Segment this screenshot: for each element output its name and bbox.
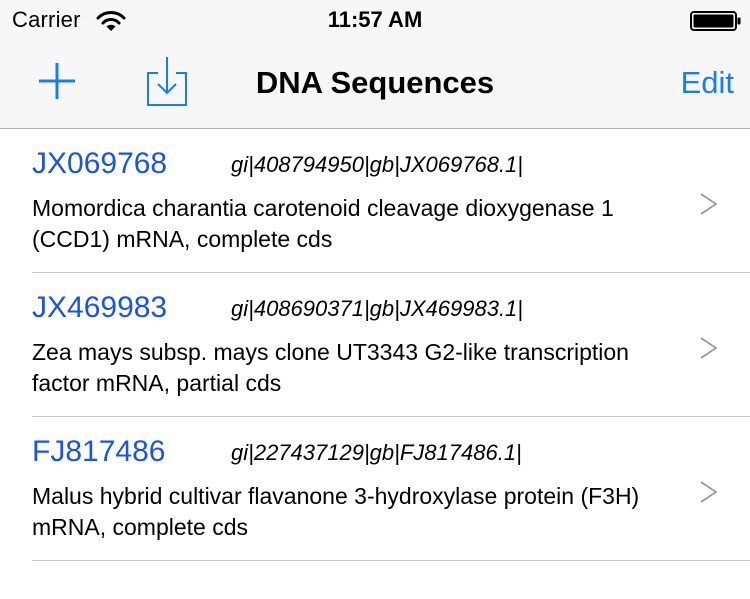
chevron-right-icon (700, 193, 718, 215)
gi-identifier: gi|227437129|gb|FJ817486.1| (231, 440, 522, 465)
status-time: 11:57 AM (327, 7, 423, 32)
plus-icon (39, 63, 75, 99)
row-divider (32, 560, 750, 561)
page-title: DNA Sequences (255, 65, 495, 100)
sequence-row[interactable]: JX469983 gi|408690371|gb|JX469983.1| Zea… (0, 273, 750, 417)
download-tray-icon (147, 57, 187, 106)
gi-identifier: gi|408794950|gb|JX069768.1| (231, 152, 524, 177)
gi-identifier: gi|408690371|gb|JX469983.1| (231, 296, 524, 321)
navigation-bar: DNA Sequences Edit (0, 40, 750, 129)
status-bar: Carrier 11:57 AM (0, 0, 750, 40)
import-sequence-button[interactable] (144, 55, 190, 107)
screen: Carrier 11:57 AM DNA Sequences Edit JX06… (0, 0, 750, 599)
sequence-description: Malus hybrid cultivar flavanone 3-hydrox… (32, 483, 640, 540)
accession-label: FJ817486 (32, 435, 166, 468)
chevron-right-icon (700, 337, 718, 359)
sequence-description: Zea mays subsp. mays clone UT3343 G2-lik… (32, 339, 629, 396)
add-sequence-button[interactable] (38, 62, 76, 100)
chevron-right-icon (700, 481, 718, 503)
edit-button[interactable]: Edit (681, 64, 734, 102)
accession-label: JX469983 (32, 291, 168, 324)
accession-label: JX069768 (32, 147, 168, 180)
battery-icon (690, 11, 741, 31)
sequence-list: JX069768 gi|408794950|gb|JX069768.1| Mom… (0, 129, 750, 561)
sequence-row[interactable]: FJ817486 gi|227437129|gb|FJ817486.1| Mal… (0, 417, 750, 561)
sequence-description: Momordica charantia carotenoid cleavage … (32, 195, 614, 252)
sequence-row[interactable]: JX069768 gi|408794950|gb|JX069768.1| Mom… (0, 129, 750, 273)
